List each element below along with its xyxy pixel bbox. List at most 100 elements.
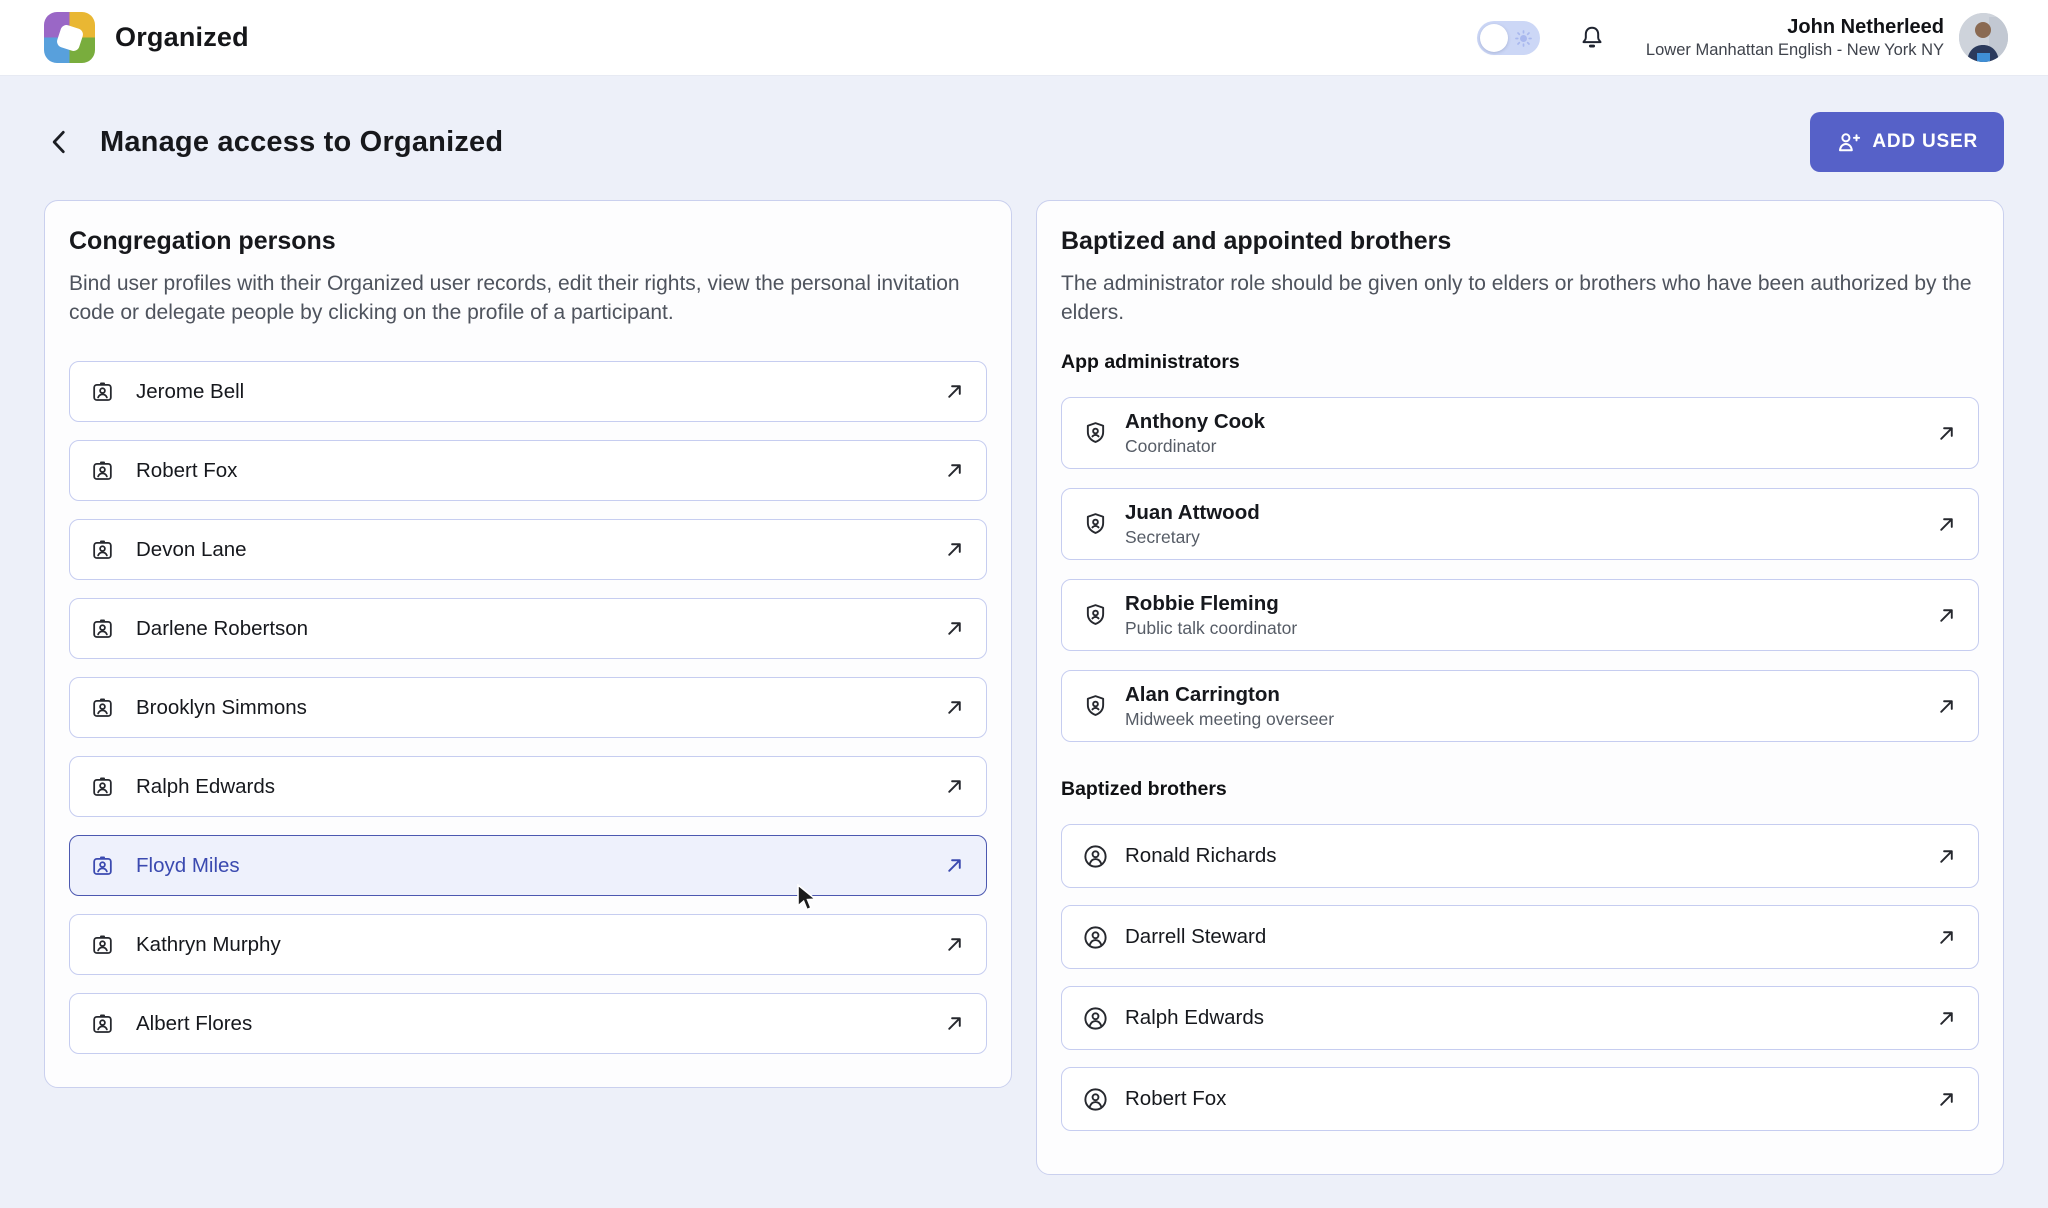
congregation-persons-panel: Congregation persons Bind user profiles … [44,200,1012,1088]
person-row[interactable]: Jerome Bell [69,361,987,422]
id-card-icon [90,932,115,957]
person-row[interactable]: Brooklyn Simmons [69,677,987,738]
person-name: Devon Lane [136,538,247,562]
open-profile-arrow-icon [943,617,966,640]
persons-list: Jerome Bell Robert Fox [69,361,987,1054]
person-name: Kathryn Murphy [136,933,281,957]
person-name: Robert Fox [136,459,237,483]
circle-user-icon [1082,924,1109,951]
user-congregation: Lower Manhattan English - New York NY [1646,40,1944,61]
id-card-icon [90,458,115,483]
open-profile-arrow-icon [943,854,966,877]
person-row[interactable]: Robert Fox [69,440,987,501]
admin-row[interactable]: Anthony Cook Coordinator [1061,397,1979,469]
member-name: Ronald Richards [1125,843,1277,869]
open-profile-arrow-icon [1935,604,1958,627]
member-role: Coordinator [1125,435,1265,458]
open-profile-arrow-icon [1935,695,1958,718]
id-card-icon [90,537,115,562]
person-name: Albert Flores [136,1012,252,1036]
open-profile-arrow-icon [943,380,966,403]
member-name: Ralph Edwards [1125,1005,1264,1031]
member-list: Anthony Cook Coordinator Juan Attwood Se… [1061,397,1979,742]
theme-toggle[interactable] [1477,21,1540,55]
left-panel-title: Congregation persons [69,227,987,256]
member-name: Juan Attwood [1125,500,1260,526]
person-name: Jerome Bell [136,380,244,404]
person-name: Floyd Miles [136,854,240,878]
app-logo-icon [44,12,95,63]
admin-row[interactable]: Alan Carrington Midweek meeting overseer [1061,670,1979,742]
open-profile-arrow-icon [1935,926,1958,949]
avatar[interactable] [1959,13,2008,62]
member-role: Midweek meeting overseer [1125,708,1334,731]
section-label: App administrators [1061,351,1979,374]
person-row[interactable]: Ralph Edwards [69,756,987,817]
shield-person-icon [1082,420,1109,447]
person-name: Ralph Edwards [136,775,275,799]
left-panel-description: Bind user profiles with their Organized … [69,269,987,327]
open-profile-arrow-icon [1935,513,1958,536]
id-card-icon [90,853,115,878]
right-panel-title: Baptized and appointed brothers [1061,227,1979,256]
open-profile-arrow-icon [943,459,966,482]
person-row[interactable]: Darlene Robertson [69,598,987,659]
right-panel-description: The administrator role should be given o… [1061,269,1979,327]
main-content: Manage access to Organized ADD USER Cong… [0,112,2048,1175]
shield-person-icon [1082,693,1109,720]
brother-row[interactable]: Ronald Richards [1061,824,1979,888]
open-profile-arrow-icon [943,1012,966,1035]
member-name: Darrell Steward [1125,924,1266,950]
id-card-icon [90,695,115,720]
app-name: Organized [115,22,249,53]
person-row[interactable]: Floyd Miles [69,835,987,896]
open-profile-arrow-icon [943,696,966,719]
circle-user-icon [1082,1005,1109,1032]
add-user-button[interactable]: ADD USER [1810,112,2004,172]
id-card-icon [90,1011,115,1036]
open-profile-arrow-icon [1935,1007,1958,1030]
notifications-button[interactable] [1578,24,1606,52]
person-row[interactable]: Kathryn Murphy [69,914,987,975]
section-label: Baptized brothers [1061,778,1979,801]
open-profile-arrow-icon [1935,422,1958,445]
person-plus-icon [1836,130,1861,155]
member-role: Secretary [1125,526,1260,549]
open-profile-arrow-icon [943,933,966,956]
user-menu[interactable]: John Netherleed Lower Manhattan English … [1646,13,2008,62]
id-card-icon [90,379,115,404]
admin-row[interactable]: Robbie Fleming Public talk coordinator [1061,579,1979,651]
person-name: Brooklyn Simmons [136,696,307,720]
member-role: Public talk coordinator [1125,617,1297,640]
open-profile-arrow-icon [1935,845,1958,868]
theme-toggle-knob[interactable] [1480,24,1508,52]
brother-row[interactable]: Robert Fox [1061,1067,1979,1131]
brother-row[interactable]: Ralph Edwards [1061,986,1979,1050]
person-row[interactable]: Albert Flores [69,993,987,1054]
page-title: Manage access to Organized [100,126,503,159]
member-name: Alan Carrington [1125,682,1334,708]
member-name: Anthony Cook [1125,409,1265,435]
bell-icon [1578,24,1606,52]
user-name: John Netherleed [1646,14,1944,40]
open-profile-arrow-icon [943,775,966,798]
app-logo-pinwheel [55,23,84,52]
appointed-brothers-panel: Baptized and appointed brothers The admi… [1036,200,2004,1175]
brother-row[interactable]: Darrell Steward [1061,905,1979,969]
brand: Organized [44,12,249,63]
open-profile-arrow-icon [1935,1088,1958,1111]
person-row[interactable]: Devon Lane [69,519,987,580]
member-name: Robbie Fleming [1125,591,1297,617]
app-header: Organized John Netherleed Lower Manhatta… [0,0,2048,76]
sun-icon [1514,29,1533,48]
circle-user-icon [1082,1086,1109,1113]
member-name: Robert Fox [1125,1086,1226,1112]
member-list: Ronald Richards Darrell Steward [1061,824,1979,1131]
chevron-left-icon [44,125,74,159]
id-card-icon [90,774,115,799]
back-button[interactable] [44,125,74,159]
admin-row[interactable]: Juan Attwood Secretary [1061,488,1979,560]
shield-person-icon [1082,511,1109,538]
circle-user-icon [1082,843,1109,870]
id-card-icon [90,616,115,641]
